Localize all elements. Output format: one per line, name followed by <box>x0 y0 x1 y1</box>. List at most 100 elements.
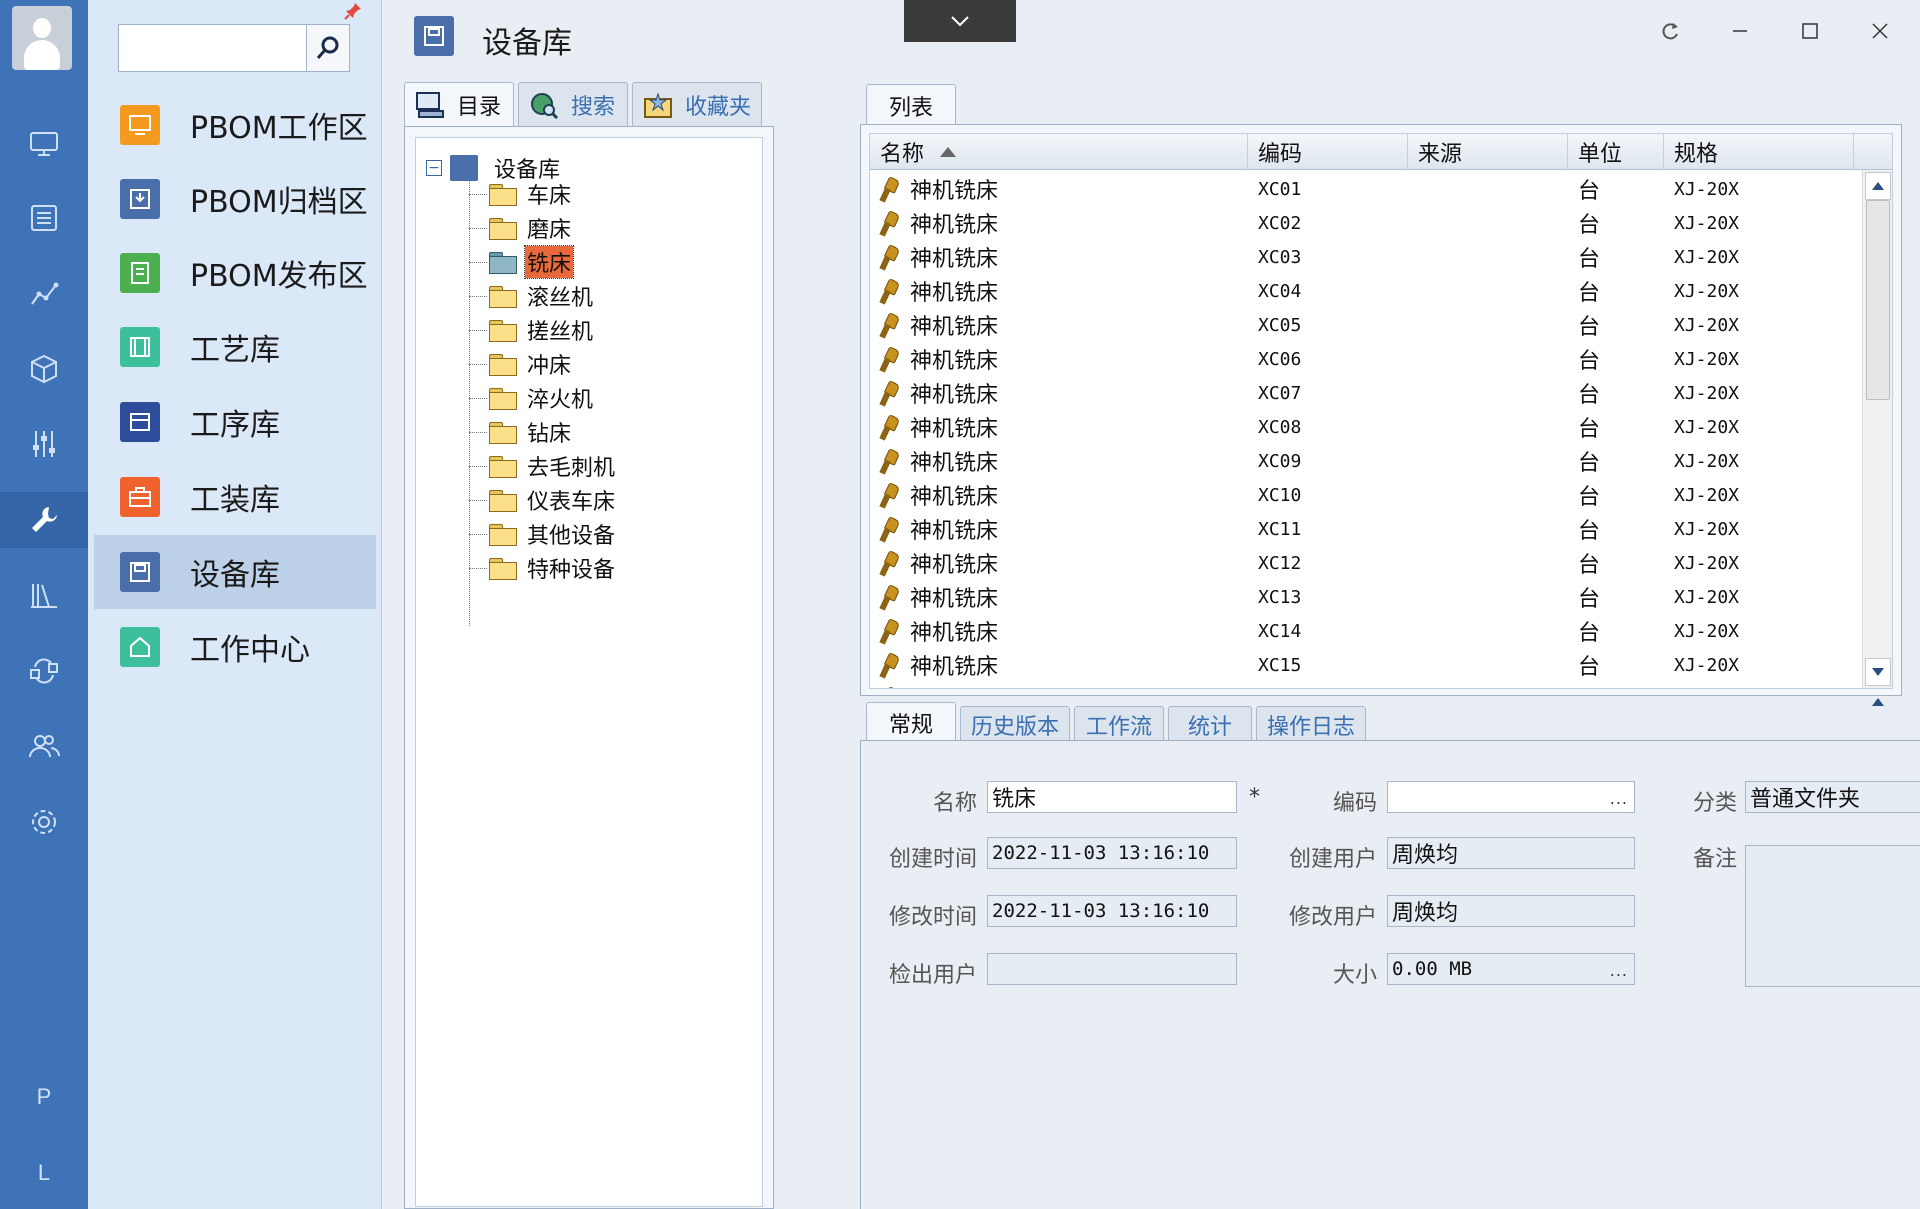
users-icon[interactable] <box>0 718 88 774</box>
tab-favorites[interactable]: 收藏夹 <box>632 82 762 126</box>
cell-spec: XJ-20X <box>1674 212 1740 234</box>
cell-name: 神机铣床 <box>910 213 999 238</box>
column-header-name[interactable]: 名称 <box>870 134 1248 170</box>
tool-icon <box>878 176 900 202</box>
row-icon-cell <box>878 240 900 274</box>
trend-icon[interactable] <box>0 266 88 322</box>
tab-catalog[interactable]: 目录 <box>404 82 514 126</box>
cell-name: 神机铣床 <box>910 383 999 408</box>
tree-node[interactable]: 淬火机 <box>469 384 595 413</box>
table-row[interactable]: 神机铣床 XC07 台 XJ-20X <box>870 376 1860 410</box>
books-icon[interactable] <box>0 567 88 623</box>
column-header-code[interactable]: 编码 <box>1248 134 1408 170</box>
name-field[interactable]: 铣床 <box>987 781 1237 813</box>
tree-node[interactable]: 磨床 <box>469 214 573 243</box>
nav-item-equipment-library[interactable]: 设备库 <box>94 535 376 609</box>
save-icon <box>414 16 454 56</box>
folder-icon <box>489 218 517 240</box>
tab-label: 目录 <box>457 94 502 120</box>
note-field[interactable] <box>1745 845 1920 987</box>
table-row[interactable]: 神机铣床 XC11 台 XJ-20X <box>870 512 1860 546</box>
tree-node[interactable]: 钻床 <box>469 418 573 447</box>
table-row[interactable]: 神机铣床 XC12 台 XJ-20X <box>870 546 1860 580</box>
column-header-unit[interactable]: 单位 <box>1568 134 1664 170</box>
nav-item-pbom-workspace[interactable]: PBOM工作区 <box>94 88 376 162</box>
tab-list[interactable]: 列表 <box>866 84 956 126</box>
maximize-icon <box>1802 23 1818 39</box>
splitter-arrow-icon[interactable] <box>1872 698 1884 706</box>
tree-node-label: 去毛刺机 <box>527 456 616 481</box>
table-row[interactable]: 神机铣床 XC01 台 XJ-20X <box>870 172 1860 206</box>
row-icon-cell <box>878 376 900 410</box>
archive-icon <box>120 179 160 219</box>
size-field[interactable]: 0.00 MB... <box>1387 953 1635 985</box>
tab-statistics[interactable]: 统计 <box>1168 706 1252 742</box>
wrench-icon[interactable] <box>0 492 88 548</box>
tree-node[interactable]: 仪表车床 <box>469 486 617 515</box>
scroll-up-button[interactable] <box>1865 172 1891 200</box>
table-row[interactable]: 神机铣床 XC02 台 XJ-20X <box>870 206 1860 240</box>
table-row[interactable]: 神机铣床 XC13 台 XJ-20X <box>870 580 1860 614</box>
column-header-source[interactable]: 来源 <box>1408 134 1568 170</box>
row-icon-cell <box>878 580 900 614</box>
menu-search-input[interactable] <box>118 24 306 72</box>
maximize-button[interactable] <box>1790 14 1830 48</box>
table-row[interactable]: 神机铣床 XC06 台 XJ-20X <box>870 342 1860 376</box>
vertical-scrollbar[interactable] <box>1862 170 1892 688</box>
nav-item-process-library[interactable]: 工艺库 <box>94 310 376 384</box>
tab-search[interactable]: 搜索 <box>518 82 628 126</box>
tree-node[interactable]: 冲床 <box>469 350 573 379</box>
code-browse-button[interactable]: ... <box>1610 789 1628 808</box>
table-row[interactable]: 神机铣床 XC16 台 XJ-20X <box>870 682 1860 688</box>
table-row[interactable]: 神机铣床 XC04 台 XJ-20X <box>870 274 1860 308</box>
collapse-icon[interactable]: − <box>426 160 442 176</box>
tree-node[interactable]: 滚丝机 <box>469 282 595 311</box>
tree-node[interactable]: 去毛刺机 <box>469 452 617 481</box>
tree-node-selected[interactable]: 铣床 <box>469 245 575 279</box>
menu-search-button[interactable] <box>306 24 350 72</box>
tree-node[interactable]: 搓丝机 <box>469 316 595 345</box>
column-header-spec[interactable]: 规格 <box>1664 134 1854 170</box>
minimize-button[interactable] <box>1720 14 1760 48</box>
nav-item-pbom-archive[interactable]: PBOM归档区 <box>94 162 376 236</box>
modifier-field: 周焕均 <box>1387 895 1635 927</box>
nav-item-work-center[interactable]: 工作中心 <box>94 610 376 684</box>
rail-letter-p[interactable]: P <box>0 1084 88 1110</box>
nav-item-pbom-publish[interactable]: PBOM发布区 <box>94 236 376 310</box>
collapse-toggle-button[interactable] <box>904 0 1016 42</box>
table-row[interactable]: 神机铣床 XC03 台 XJ-20X <box>870 240 1860 274</box>
scroll-down-button[interactable] <box>1865 658 1891 686</box>
sliders-icon[interactable] <box>0 416 88 472</box>
table-row[interactable]: 神机铣床 XC09 台 XJ-20X <box>870 444 1860 478</box>
table-row[interactable]: 神机铣床 XC15 台 XJ-20X <box>870 648 1860 682</box>
table-row[interactable]: 神机铣床 XC10 台 XJ-20X <box>870 478 1860 512</box>
code-field[interactable]: ... <box>1387 781 1635 813</box>
rail-letter-l[interactable]: L <box>0 1160 88 1186</box>
tree-node[interactable]: 其他设备 <box>469 520 617 549</box>
close-button[interactable] <box>1860 14 1900 48</box>
tab-general[interactable]: 常规 <box>866 702 956 742</box>
tab-operation-log[interactable]: 操作日志 <box>1256 706 1366 742</box>
table-row[interactable]: 神机铣床 XC08 台 XJ-20X <box>870 410 1860 444</box>
pin-icon[interactable] <box>344 2 362 20</box>
monitor-icon[interactable] <box>0 116 88 172</box>
category-field[interactable]: 普通文件夹 <box>1745 781 1920 813</box>
tab-history-versions[interactable]: 历史版本 <box>960 706 1070 742</box>
tree-node[interactable]: 车床 <box>469 180 573 209</box>
cube-icon[interactable] <box>0 341 88 397</box>
gear-icon[interactable] <box>0 794 88 850</box>
swap-icon[interactable] <box>0 643 88 699</box>
tab-workflow[interactable]: 工作流 <box>1074 706 1164 742</box>
size-browse-button[interactable]: ... <box>1610 961 1628 980</box>
table-row[interactable]: 神机铣床 XC14 台 XJ-20X <box>870 614 1860 648</box>
tree-node[interactable]: 特种设备 <box>469 554 617 583</box>
nav-item-tooling-library[interactable]: 工装库 <box>94 460 376 534</box>
refresh-button[interactable] <box>1650 14 1690 48</box>
cell-name: 神机铣床 <box>910 485 999 510</box>
table-row[interactable]: 神机铣床 XC05 台 XJ-20X <box>870 308 1860 342</box>
scrollbar-thumb[interactable] <box>1866 200 1890 400</box>
list-icon[interactable] <box>0 190 88 246</box>
nav-item-procedure-library[interactable]: 工序库 <box>94 385 376 459</box>
toolbox-icon <box>120 477 160 517</box>
avatar[interactable] <box>12 6 72 70</box>
